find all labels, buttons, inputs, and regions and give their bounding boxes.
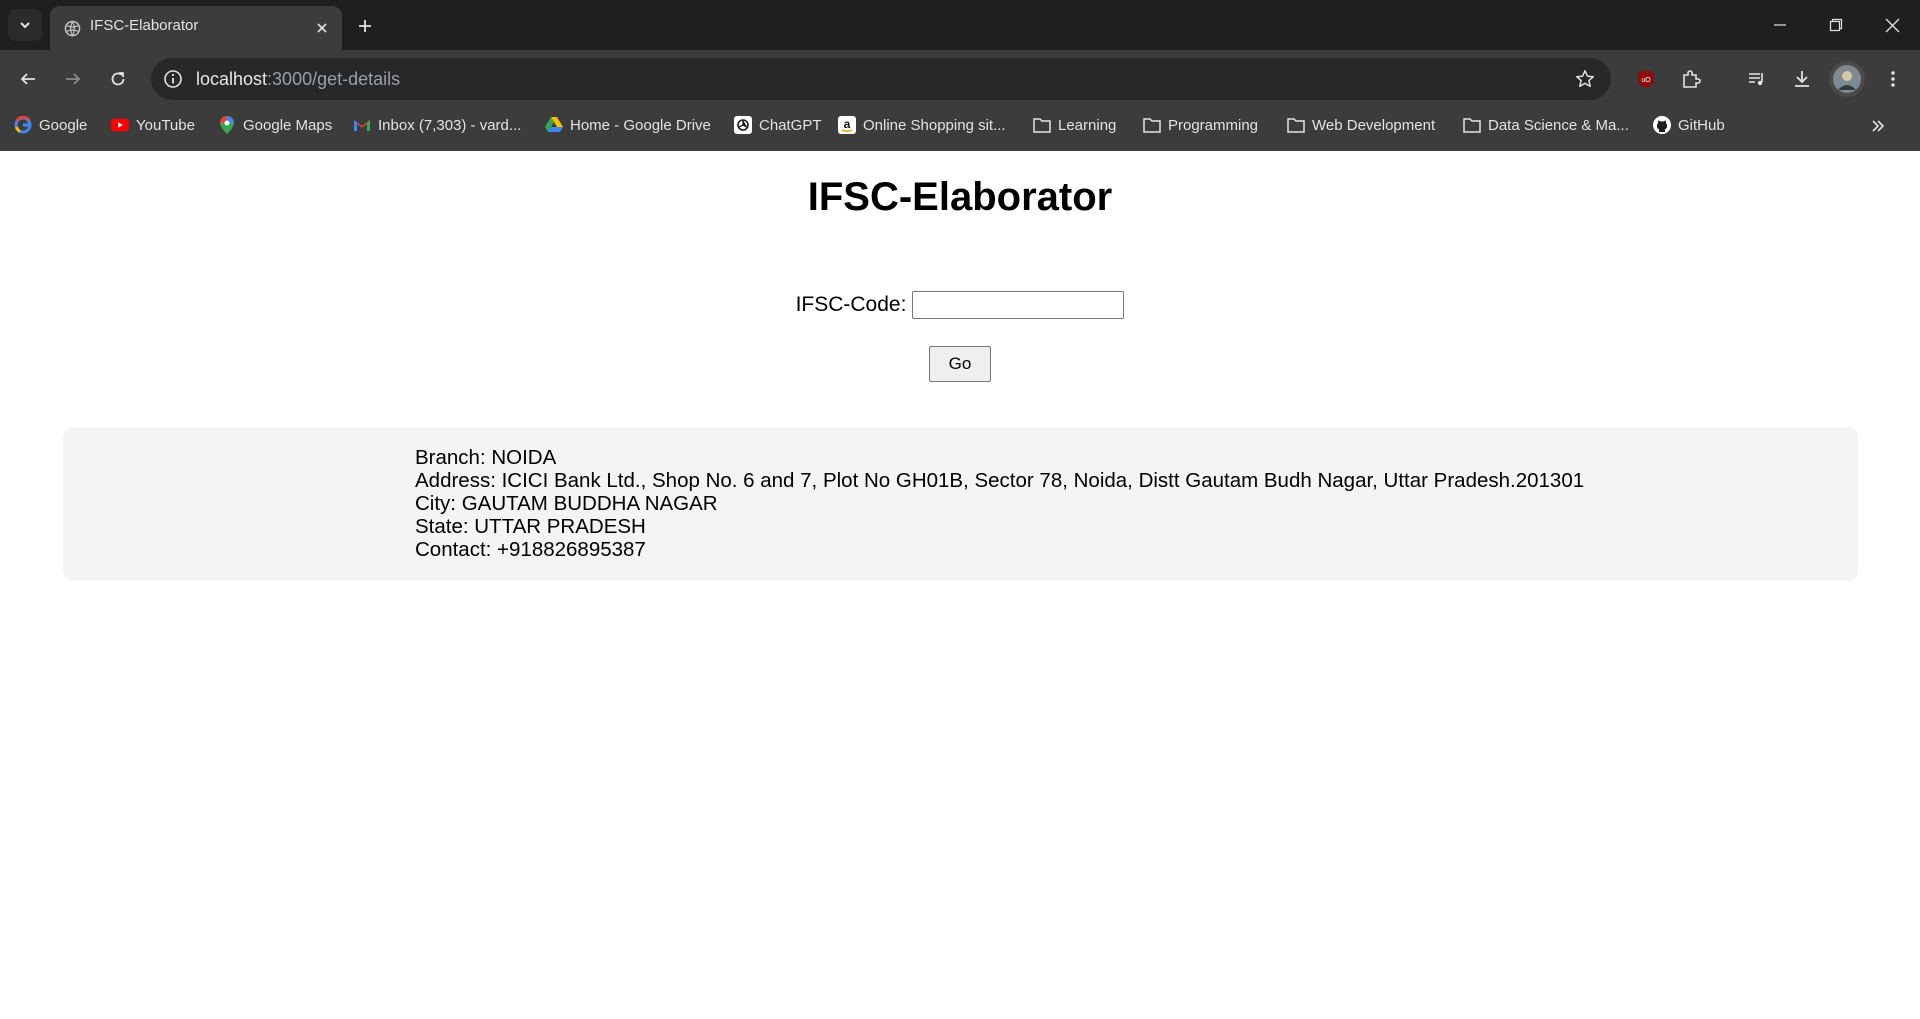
downloads-button[interactable] — [1786, 63, 1818, 95]
bookmark-label: Google — [39, 116, 88, 134]
tab-title: IFSC-Elaborator — [90, 17, 199, 34]
bookmark-label: Online Shopping sit... — [863, 116, 1006, 134]
bookmark-youtube[interactable]: YouTube — [111, 108, 195, 142]
site-info-icon[interactable] — [161, 67, 185, 91]
ifsc-code-label: IFSC-Code: — [795, 293, 907, 316]
amazon-icon: a — [838, 116, 856, 134]
bookmark-gmail[interactable]: Inbox (7,303) - vard... — [353, 108, 521, 142]
bookmarks-overflow-button[interactable] — [1866, 114, 1890, 138]
bookmark-github[interactable]: GitHub — [1653, 108, 1725, 142]
double-chevron-right-icon — [1872, 120, 1885, 132]
close-window-button[interactable] — [1864, 0, 1920, 50]
folder-icon — [1463, 116, 1481, 134]
address-line: Address: ICICI Bank Ltd., Shop No. 6 and… — [415, 469, 1585, 492]
media-controls-button[interactable] — [1741, 63, 1773, 95]
gmail-icon — [353, 116, 371, 134]
branch-details-panel: Branch: NOIDA Address: ICICI Bank Ltd., … — [63, 427, 1858, 581]
close-icon — [1885, 18, 1899, 32]
bookmark-label: Learning — [1058, 116, 1117, 134]
tab-search-button[interactable] — [8, 9, 42, 41]
browser-toolbar: localhost:3000/get-details uO — [0, 50, 1920, 108]
bookmark-amazon[interactable]: a Online Shopping sit... — [838, 108, 1006, 142]
profile-button[interactable] — [1829, 61, 1865, 97]
bookmark-label: Google Maps — [243, 116, 333, 134]
github-icon — [1653, 116, 1671, 134]
bookmark-google[interactable]: Google — [14, 108, 87, 142]
ifsc-form: IFSC-Code: — [0, 291, 1920, 319]
bookmark-folder-web-development[interactable]: Web Development — [1287, 108, 1435, 142]
city-line: City: GAUTAM BUDDHA NAGAR — [415, 492, 718, 515]
bookmark-label: GitHub — [1678, 116, 1725, 134]
bookmark-label: Web Development — [1312, 116, 1436, 134]
youtube-icon — [111, 116, 129, 134]
url-host: localhost — [196, 69, 268, 89]
more-vert-icon — [1891, 71, 1895, 87]
address-bar[interactable]: localhost:3000/get-details — [151, 58, 1611, 100]
folder-icon — [1033, 116, 1051, 134]
playlist-icon — [1749, 73, 1763, 86]
page-viewport: IFSC-Elaborator IFSC-Code: Go Branch: NO… — [0, 151, 1920, 1019]
tab-strip: IFSC-Elaborator — [0, 0, 1920, 50]
bookmark-label: Programming — [1168, 116, 1259, 134]
bookmark-label: ChatGPT — [759, 116, 822, 134]
chatgpt-icon — [734, 116, 752, 134]
restore-icon — [1829, 18, 1843, 32]
menu-button[interactable] — [1877, 63, 1909, 95]
folder-icon — [1143, 116, 1161, 134]
ublock-extension-button[interactable]: uO — [1630, 63, 1662, 95]
bookmark-folder-programming[interactable]: Programming — [1143, 108, 1258, 142]
bookmark-star-icon[interactable] — [1573, 67, 1597, 91]
bookmark-chatgpt[interactable]: ChatGPT — [734, 108, 822, 142]
bookmark-folder-data-science[interactable]: Data Science & Ma... — [1463, 108, 1629, 142]
branch-line: Branch: NOIDA — [415, 446, 557, 469]
maps-icon — [218, 116, 236, 134]
google-icon — [14, 116, 32, 134]
chevron-down-icon — [20, 22, 30, 29]
page-title: IFSC-Elaborator — [807, 175, 1113, 219]
go-button[interactable]: Go — [929, 346, 991, 382]
arrow-left-icon — [20, 73, 35, 85]
new-tab-button[interactable] — [350, 11, 380, 41]
restore-button[interactable] — [1808, 0, 1864, 50]
bookmark-google-drive[interactable]: Home - Google Drive — [545, 108, 711, 142]
tab-active[interactable]: IFSC-Elaborator — [50, 6, 342, 50]
plus-icon — [359, 20, 371, 32]
branch-details: Branch: NOIDA Address: ICICI Bank Ltd., … — [415, 446, 1584, 561]
arrow-right-icon — [66, 73, 81, 85]
drive-icon — [545, 116, 563, 134]
bookmark-label: YouTube — [136, 116, 195, 134]
bookmark-folder-learning[interactable]: Learning — [1033, 108, 1116, 142]
close-icon — [317, 23, 327, 33]
bookmarks-bar: Google YouTube Google Maps Inbox (7,303)… — [0, 108, 1920, 152]
bookmark-google-maps[interactable]: Google Maps — [218, 108, 332, 142]
minimize-icon — [1774, 24, 1786, 26]
ifsc-code-input[interactable] — [912, 291, 1125, 319]
go-button-wrapper: Go — [0, 346, 1920, 382]
bookmark-label: Inbox (7,303) - vard... — [378, 116, 522, 134]
download-icon — [1795, 71, 1809, 87]
minimize-button[interactable] — [1752, 0, 1808, 50]
tab-close-button[interactable] — [312, 18, 332, 38]
contact-line: Contact: +918826895387 — [415, 538, 646, 561]
svg-text:a: a — [844, 117, 851, 131]
bookmark-label: Home - Google Drive — [570, 116, 711, 134]
svg-text:uO: uO — [1641, 77, 1651, 84]
avatar — [1833, 65, 1861, 93]
folder-icon — [1287, 116, 1305, 134]
address-url[interactable]: localhost:3000/get-details — [196, 69, 400, 90]
forward-button[interactable] — [57, 63, 89, 95]
puzzle-icon — [1683, 70, 1701, 88]
reload-icon — [111, 72, 125, 86]
bookmark-label: Data Science & Ma... — [1488, 116, 1629, 134]
url-path: :3000/get-details — [267, 69, 401, 89]
globe-icon — [64, 20, 81, 37]
reload-button[interactable] — [102, 63, 134, 95]
ublock-icon: uO — [1638, 70, 1654, 88]
back-button[interactable] — [12, 63, 44, 95]
state-line: State: UTTAR PRADESH — [415, 515, 646, 538]
extensions-button[interactable] — [1675, 63, 1707, 95]
